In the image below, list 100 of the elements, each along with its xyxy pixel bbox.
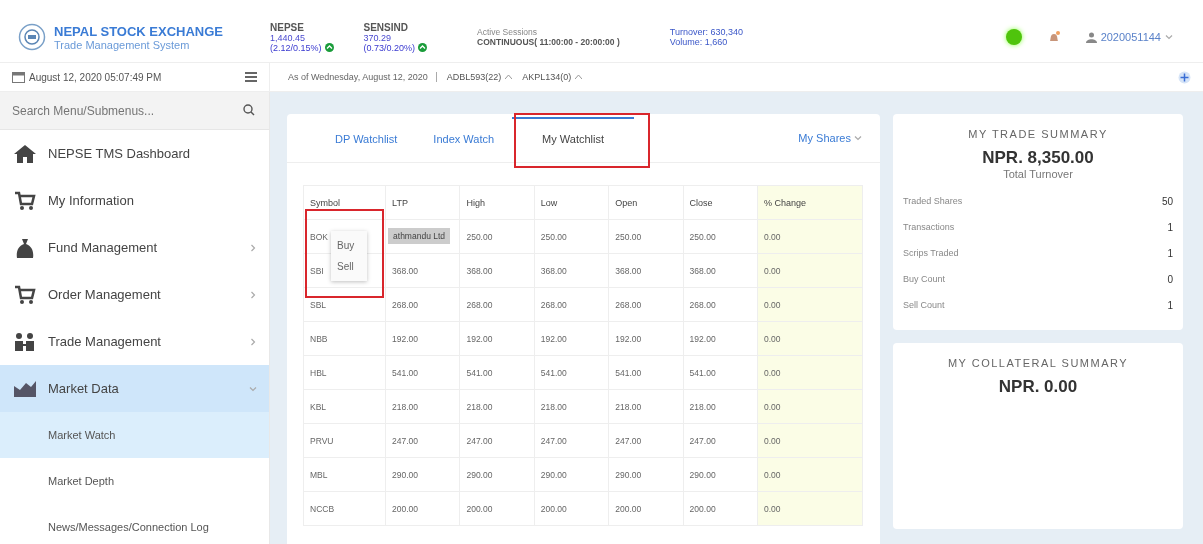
- menu-item[interactable]: Order Management: [0, 271, 269, 318]
- bell-icon[interactable]: [1047, 31, 1060, 43]
- table-cell: PRVU: [310, 435, 334, 446]
- table-cell: 247.00: [466, 435, 493, 446]
- column-header: Low: [534, 185, 609, 220]
- table-cell: 200.00: [540, 503, 567, 514]
- app-subtitle: Trade Management System: [54, 38, 191, 51]
- table-cell: 290.00: [540, 469, 567, 480]
- table-cell: 268.00: [466, 299, 493, 310]
- menu-item[interactable]: NEPSE TMS Dashboard: [0, 130, 269, 177]
- stat-label: Sell Count: [903, 300, 945, 310]
- table-cell: 218.00: [540, 401, 567, 412]
- submenu-item[interactable]: Market Watch: [0, 412, 269, 458]
- table-cell: 268.00: [540, 299, 567, 310]
- table-cell: 200.00: [466, 503, 493, 514]
- table-cell: SBL: [310, 299, 327, 310]
- column-header: % Change: [757, 185, 863, 220]
- table-cell: 0.00: [764, 265, 781, 276]
- turnover-text: Turnover: 630,340: [669, 27, 743, 37]
- people-icon: [13, 331, 37, 352]
- menu-item-label: NEPSE TMS Dashboard: [48, 146, 191, 161]
- user-menu[interactable]: 2020051144: [1100, 31, 1161, 43]
- table-cell: 0.00: [764, 333, 781, 344]
- context-menu-item[interactable]: Sell: [331, 256, 367, 277]
- column-header: LTP: [385, 185, 460, 220]
- table-cell: 247.00: [392, 435, 419, 446]
- index-name: SENSIND: [363, 21, 409, 33]
- search-icon[interactable]: [243, 104, 255, 116]
- table-cell: 0.00: [764, 299, 781, 310]
- total-amount: NPR. 0.00: [998, 377, 1078, 397]
- my-shares-dropdown[interactable]: My Shares: [798, 132, 851, 144]
- context-menu-item[interactable]: Buy: [331, 235, 367, 256]
- column-header: Open: [608, 185, 684, 220]
- amount-caption: Total Turnover: [1003, 168, 1073, 180]
- cart-icon: [14, 190, 36, 211]
- index-change: (0.73/0.20%): [363, 42, 416, 53]
- table-cell: 218.00: [466, 401, 493, 412]
- card-title: MY TRADE SUMMARY: [968, 128, 1108, 140]
- table-cell: 250.00: [540, 231, 567, 242]
- table-cell: 200.00: [689, 503, 716, 514]
- table-cell: 268.00: [392, 299, 419, 310]
- index-value: 1,440.45: [270, 32, 307, 43]
- table-cell: 368.00: [392, 265, 419, 276]
- table-cell: 218.00: [689, 401, 716, 412]
- table-cell: 268.00: [689, 299, 716, 310]
- house-icon: [13, 143, 37, 164]
- menu-item[interactable]: Fund Management: [0, 224, 269, 271]
- tab[interactable]: My Watchlist: [512, 117, 635, 159]
- index-value: 370.29: [363, 32, 393, 43]
- table-cell: 268.00: [615, 299, 642, 310]
- table-cell: 368.00: [540, 265, 567, 276]
- stat-value: 50: [1161, 195, 1173, 207]
- ticker-item: ADBL593(22): [446, 72, 502, 82]
- tooltip: athmandu Ltd: [388, 228, 451, 244]
- menu-icon[interactable]: [245, 72, 257, 82]
- table-cell: 192.00: [466, 333, 493, 344]
- menu-item[interactable]: Market Data: [0, 365, 269, 412]
- index-change: (2.12/0.15%): [270, 42, 322, 53]
- index-name: NEPSE: [270, 21, 305, 33]
- table-cell: 218.00: [615, 401, 642, 412]
- table-cell: 0.00: [764, 435, 781, 446]
- trend-icon: [505, 74, 513, 80]
- table-cell: 290.00: [466, 469, 493, 480]
- table-cell: 0.00: [764, 469, 781, 480]
- table-cell: 290.00: [392, 469, 419, 480]
- submenu-item[interactable]: News/Messages/Connection Log: [0, 504, 269, 544]
- menu-item[interactable]: My Information: [0, 177, 269, 224]
- add-icon[interactable]: [1178, 70, 1191, 84]
- stat-label: Traded Shares: [903, 196, 963, 206]
- session-label: Active Sessions: [477, 27, 539, 37]
- menu-item-label: Fund Management: [48, 240, 158, 255]
- table-cell: 0.00: [764, 231, 781, 242]
- table-cell: 250.00: [615, 231, 642, 242]
- table-cell: 0.00: [764, 367, 781, 378]
- cart-icon: [14, 284, 36, 305]
- tab[interactable]: Index Watch: [415, 117, 513, 159]
- trend-icon: [575, 74, 583, 80]
- stat-value: 1: [1167, 299, 1173, 311]
- as-of-date: As of Wednesday, August 12, 2020: [280, 72, 437, 82]
- submenu-item[interactable]: Market Depth: [0, 458, 269, 504]
- up-arrow-icon: [324, 43, 334, 52]
- volume-text: Volume: 1,660: [669, 37, 729, 47]
- table-cell: 368.00: [689, 265, 716, 276]
- table-cell: MBL: [310, 469, 328, 480]
- total-amount: NPR. 8,350.00: [982, 148, 1094, 168]
- menu-item[interactable]: Trade Management: [0, 318, 269, 365]
- current-datetime: August 12, 2020 05:07:49 PM: [29, 71, 162, 83]
- app-title: NEPAL STOCK EXCHANGE: [54, 23, 224, 39]
- column-header: Close: [683, 185, 758, 220]
- menu-item-label: Trade Management: [48, 334, 161, 349]
- table-cell: 200.00: [392, 503, 419, 514]
- session-status: CONTINUOUS( 11:00:00 - 20:00:00 ): [477, 37, 620, 47]
- menu-item-label: My Information: [48, 193, 134, 208]
- stat-value: 0: [1167, 273, 1173, 285]
- stat-value: 1: [1167, 247, 1173, 259]
- table-cell: BOK: [310, 231, 328, 242]
- tab[interactable]: DP Watchlist: [317, 117, 416, 159]
- menu-item-label: Market Data: [48, 381, 119, 396]
- search-field[interactable]: Search Menu/Submenus...: [0, 92, 269, 129]
- table-cell: NBB: [310, 333, 328, 344]
